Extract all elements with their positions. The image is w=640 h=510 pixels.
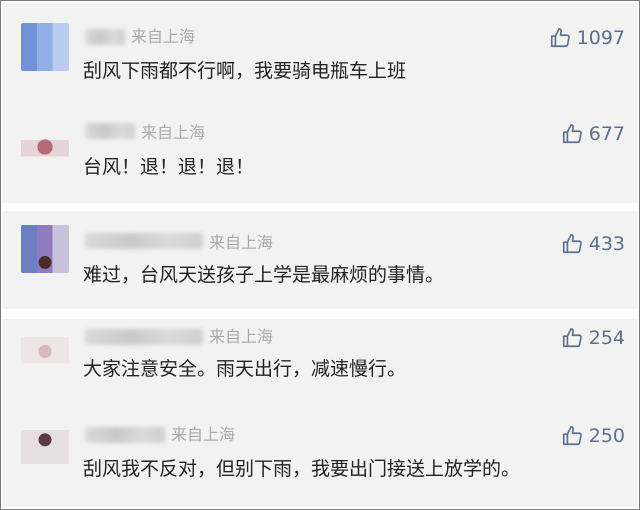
avatar[interactable] — [21, 423, 69, 471]
comment-panel: 来自上海 1097 刮风下雨都不行啊，我要骑电瓶车上班 来自上海 677 台风！… — [3, 3, 637, 203]
username-blurred[interactable] — [85, 29, 125, 45]
comment-panel: 来自上海 254 大家注意安全。雨天出行，减速慢行。 来自上海 250 刮风我不… — [3, 319, 637, 507]
location-label: 来自上海 — [209, 327, 274, 346]
avatar[interactable] — [21, 123, 69, 171]
comment-text: 大家注意安全。雨天出行，减速慢行。 — [83, 358, 407, 380]
location-label: 来自上海 — [141, 123, 206, 142]
like-count: 1097 — [576, 27, 625, 49]
location-label: 来自上海 — [209, 233, 274, 252]
comment-text: 台风！退！退！退！ — [83, 156, 255, 178]
thumbs-up-icon — [550, 28, 570, 48]
username-blurred[interactable] — [85, 427, 165, 443]
like-count: 254 — [588, 327, 625, 349]
like-count: 250 — [588, 425, 625, 447]
like-count: 677 — [588, 123, 625, 145]
comment-item: 来自上海 254 大家注意安全。雨天出行，减速慢行。 — [3, 319, 637, 413]
comment-item: 来自上海 433 难过，台风天送孩子上学是最麻烦的事情。 — [3, 211, 637, 309]
avatar[interactable] — [21, 325, 69, 373]
like-button[interactable]: 1097 — [549, 27, 625, 49]
comment-item: 来自上海 1097 刮风下雨都不行啊，我要骑电瓶车上班 — [3, 3, 637, 103]
avatar[interactable] — [21, 225, 69, 273]
like-button[interactable]: 250 — [561, 425, 625, 447]
comment-text: 刮风我不反对，但别下雨，我要出门接送上放学的。 — [83, 458, 521, 480]
location-label: 来自上海 — [131, 27, 196, 46]
username-blurred[interactable] — [85, 123, 135, 139]
comment-item: 来自上海 250 刮风我不反对，但别下雨，我要出门接送上放学的。 — [3, 413, 637, 507]
thumbs-up-icon — [562, 426, 582, 446]
comment-item: 来自上海 677 台风！退！退！退！ — [3, 103, 637, 203]
thumbs-up-icon — [562, 234, 582, 254]
username-blurred[interactable] — [85, 233, 203, 249]
comment-screenshot-frame: 来自上海 1097 刮风下雨都不行啊，我要骑电瓶车上班 来自上海 677 台风！… — [0, 0, 640, 510]
avatar[interactable] — [21, 23, 69, 71]
comment-text: 刮风下雨都不行啊，我要骑电瓶车上班 — [83, 60, 407, 82]
like-button[interactable]: 677 — [561, 123, 625, 145]
like-count: 433 — [588, 233, 625, 255]
comment-panel: 来自上海 433 难过，台风天送孩子上学是最麻烦的事情。 — [3, 211, 637, 309]
comment-text: 难过，台风天送孩子上学是最麻烦的事情。 — [83, 264, 445, 286]
like-button[interactable]: 433 — [561, 233, 625, 255]
thumbs-up-icon — [562, 328, 582, 348]
username-blurred[interactable] — [85, 329, 203, 345]
thumbs-up-icon — [562, 124, 582, 144]
like-button[interactable]: 254 — [561, 327, 625, 349]
location-label: 来自上海 — [171, 425, 236, 444]
